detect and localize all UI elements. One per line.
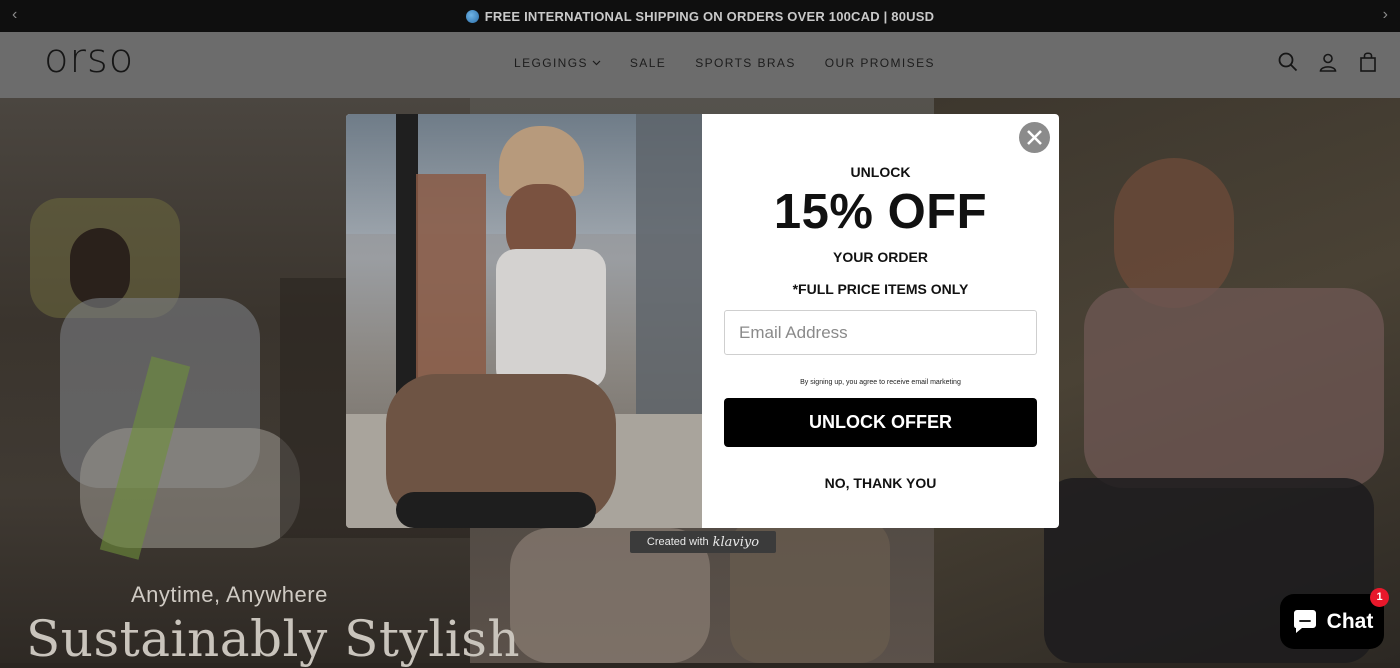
consent-text: By signing up, you agree to receive emai… — [800, 379, 961, 386]
klaviyo-prefix: Created with — [646, 536, 709, 548]
site-logo[interactable]: orso — [44, 36, 134, 82]
decline-button[interactable]: NO, THANK YOU — [702, 475, 1059, 491]
announcement-text: FREE INTERNATIONAL SHIPPING ON ORDERS OV… — [484, 8, 935, 24]
search-icon[interactable] — [1278, 51, 1298, 73]
chevron-down-icon — [592, 60, 601, 66]
chat-notification-badge: 1 — [1370, 588, 1389, 607]
nav-item-sports-bras[interactable]: SPORTS BRAS — [695, 56, 796, 70]
globe-icon — [465, 9, 479, 23]
klaviyo-badge[interactable]: Created with klaviyo — [630, 531, 776, 553]
cart-icon[interactable] — [1358, 51, 1378, 73]
main-nav: LEGGINGS SALE SPORTS BRAS OUR PROMISES — [514, 56, 935, 70]
popup-note: *FULL PRICE ITEMS ONLY — [792, 281, 969, 297]
nav-item-leggings[interactable]: LEGGINGS — [514, 56, 601, 70]
account-icon[interactable] — [1318, 51, 1338, 73]
klaviyo-logo: klaviyo — [712, 534, 760, 550]
chat-button[interactable]: Chat — [1280, 594, 1384, 649]
header-icons — [1278, 51, 1378, 73]
popup-content: UNLOCK 15% OFF YOUR ORDER *FULL PRICE IT… — [702, 114, 1059, 528]
email-field[interactable] — [724, 310, 1037, 355]
chevron-right-icon[interactable]: › — [1383, 6, 1388, 24]
nav-item-sale[interactable]: SALE — [630, 56, 666, 70]
chat-label: Chat — [1326, 609, 1374, 633]
hero-title: Sustainably Stylish — [26, 610, 521, 668]
chevron-left-icon[interactable]: ‹ — [12, 6, 17, 24]
announcement-bar: ‹ FREE INTERNATIONAL SHIPPING ON ORDERS … — [0, 0, 1400, 32]
popup-heading-sub: YOUR ORDER — [833, 249, 928, 265]
chat-bubble-icon — [1293, 609, 1316, 633]
nav-item-label: LEGGINGS — [514, 56, 588, 70]
site-header: orso LEGGINGS SALE SPORTS BRAS OUR PROMI… — [0, 32, 1400, 98]
popup-heading-small: UNLOCK — [850, 164, 911, 180]
nav-item-our-promises[interactable]: OUR PROMISES — [825, 56, 935, 70]
announcement-message: FREE INTERNATIONAL SHIPPING ON ORDERS OV… — [465, 8, 935, 24]
discount-popup: UNLOCK 15% OFF YOUR ORDER *FULL PRICE IT… — [346, 114, 1059, 528]
popup-image — [346, 114, 702, 528]
unlock-offer-button[interactable]: UNLOCK OFFER — [724, 398, 1037, 447]
popup-heading-big: 15% OFF — [773, 185, 988, 239]
hero-subtitle: Anytime, Anywhere — [131, 582, 328, 607]
